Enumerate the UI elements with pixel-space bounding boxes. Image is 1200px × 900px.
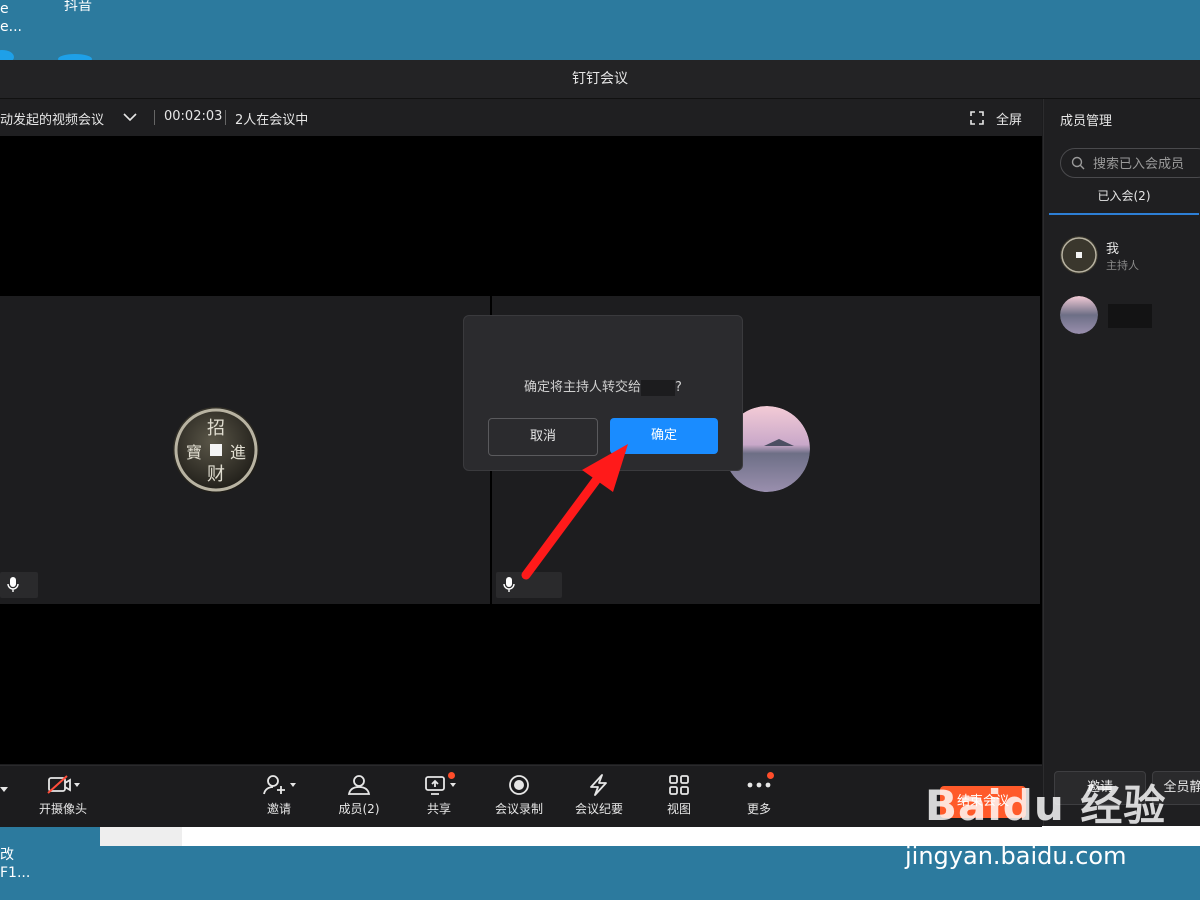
chevron-down-icon[interactable] <box>0 786 10 794</box>
tab-joined[interactable]: 已入会(2) <box>1049 185 1199 215</box>
video-tile-self[interactable]: 招 财 寶 進 <box>0 296 490 604</box>
redacted-name <box>641 379 676 396</box>
microphone-icon <box>503 577 515 592</box>
share-button[interactable]: 共享 <box>404 772 474 817</box>
minutes-button[interactable]: 会议纪要 <box>564 774 634 817</box>
meeting-name[interactable]: 动发起的视频会议 <box>0 109 104 128</box>
member-item[interactable] <box>1060 296 1200 336</box>
desktop-icon-label-douyin[interactable]: 抖音 <box>64 0 92 15</box>
baidu-watermark-url: jingyan.baidu.com <box>905 842 1127 870</box>
window-titlebar: 钉钉会议 <box>0 60 1200 99</box>
member-panel: 成员管理 已入会(2) 我 主持人 <box>1043 99 1200 826</box>
view-button[interactable]: 视图 <box>644 774 714 817</box>
redacted-name <box>1108 304 1152 328</box>
lightning-icon <box>590 774 607 796</box>
meeting-window: 钉钉会议 动发起的视频会议 00:02:03 2人在会议中 全屏 招 财 寶 進… <box>0 60 1200 827</box>
search-icon <box>1071 156 1085 170</box>
members-icon <box>347 775 371 795</box>
notification-dot <box>767 772 774 779</box>
participants-status: 2人在会议中 <box>235 113 309 128</box>
baidu-watermark-logo: Baidu 经验 <box>925 781 1167 830</box>
avatar <box>1060 236 1098 274</box>
svg-text:寶: 寶 <box>186 443 202 462</box>
svg-text:進: 進 <box>230 443 246 462</box>
svg-text:财: 财 <box>207 464 225 485</box>
svg-text:招: 招 <box>207 418 225 439</box>
record-button[interactable]: 会议录制 <box>484 774 554 817</box>
members-button[interactable]: 成员(2) <box>324 774 394 817</box>
avatar-coin: 招 财 寶 進 <box>172 406 260 494</box>
desktop-icon-label[interactable]: e e... <box>0 0 22 36</box>
panel-title: 成员管理 <box>1060 114 1113 129</box>
member-search[interactable] <box>1060 148 1200 178</box>
meeting-toolbar: 开摄像头 邀请 成员(2) 共享 会议录制 会议纪要 视图 更多 结束会议 <box>0 765 1042 827</box>
camera-button[interactable]: 开摄像头 <box>28 774 98 817</box>
avatar <box>1060 296 1098 334</box>
member-item[interactable]: 我 主持人 <box>1060 236 1200 276</box>
divider <box>225 110 226 125</box>
meeting-info-bar: 动发起的视频会议 00:02:03 2人在会议中 全屏 <box>0 99 1042 136</box>
fullscreen-icon[interactable] <box>970 111 984 125</box>
notification-dot <box>448 772 455 779</box>
mic-status-remote[interactable] <box>496 572 562 598</box>
camera-off-icon <box>47 775 80 794</box>
more-button[interactable]: 更多 <box>724 772 794 817</box>
search-input[interactable] <box>1091 153 1200 175</box>
desktop-icon-label-bottom[interactable]: 改 F1... <box>0 846 30 882</box>
divider <box>154 110 155 125</box>
microphone-icon <box>7 577 19 592</box>
invite-button[interactable]: 邀请 <box>244 774 314 817</box>
mic-status-self[interactable] <box>0 572 38 598</box>
fullscreen-button[interactable]: 全屏 <box>996 109 1022 128</box>
window-title: 钉钉会议 <box>572 71 628 87</box>
confirm-button[interactable]: 确定 <box>610 418 718 454</box>
add-user-icon <box>263 775 296 795</box>
cancel-button[interactable]: 取消 <box>488 418 598 456</box>
record-icon <box>509 775 529 795</box>
grid-view-icon <box>669 775 689 795</box>
transfer-host-dialog: 确定将主持人转交给? 取消 确定 <box>463 315 743 471</box>
dialog-message: 确定将主持人转交给? <box>524 379 682 396</box>
meeting-duration: 00:02:03 <box>164 109 223 124</box>
chevron-down-icon[interactable] <box>123 112 137 122</box>
